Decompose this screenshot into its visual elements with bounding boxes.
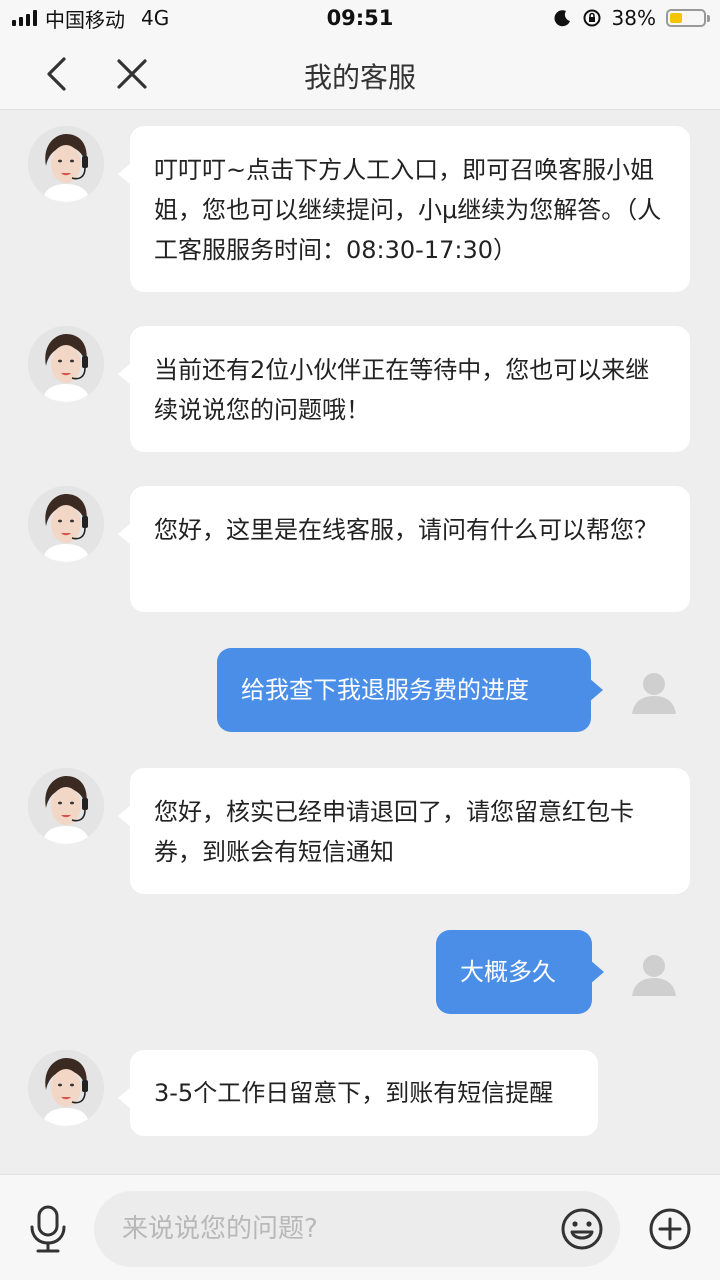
carrier-label: 中国移动 (45, 7, 125, 32)
agent-message: 您好，核实已经申请退回了，请您留意红包卡券，到账会有短信通知 (0, 752, 720, 894)
battery-fill (670, 13, 683, 23)
agent-message: 当前还有2位小伙伴正在等待中，您也可以来继续说说您的问题哦！ (0, 310, 720, 452)
agent-message-bubble: 您好，核实已经申请退回了，请您留意红包卡券，到账会有短信通知 (118, 768, 690, 894)
input-bar (0, 1174, 720, 1280)
page-title: 我的客服 (303, 61, 416, 94)
nav-bar: 我的客服 (0, 36, 720, 110)
user-message-bubble: 给我查下我退服务费的进度 (217, 648, 603, 732)
status-bar: 中国移动 4G 09:51 38% (0, 0, 720, 36)
agent-message: 3-5个工作日留意下，到账有短信提醒 (0, 1034, 720, 1144)
smiley-icon[interactable] (560, 1207, 604, 1251)
agent-message-bubble: 您好，这里是在线客服，请问有什么可以帮您？ (118, 486, 690, 612)
agent-message-bubble: 3-5个工作日留意下，到账有短信提醒 (118, 1050, 598, 1136)
signal-icon (12, 10, 37, 26)
message-list[interactable]: 叮叮叮~点击下方人工入口，即可召唤客服小姐姐，您也可以继续提问，小μ继续为您解答… (0, 110, 720, 1174)
chevron-left-icon (47, 57, 66, 91)
agent-message-bubble: 叮叮叮~点击下方人工入口，即可召唤客服小姐姐，您也可以继续提问，小μ继续为您解答… (118, 126, 690, 292)
status-right: 38% (554, 6, 710, 30)
network-label: 4G (141, 6, 170, 30)
agent-avatar[interactable] (28, 126, 104, 202)
back-button[interactable] (34, 52, 78, 96)
user-avatar-icon[interactable] (630, 668, 678, 716)
agent-avatar[interactable] (28, 486, 104, 562)
chat-screen: 中国移动 4G 09:51 38% 我的客服 叮叮叮~点击下方人工入口，即可召唤… (0, 0, 720, 1280)
agent-avatar[interactable] (28, 326, 104, 402)
message-input[interactable] (94, 1191, 620, 1267)
battery-percent: 38% (611, 6, 656, 30)
close-icon (117, 59, 147, 89)
agent-message: 叮叮叮~点击下方人工入口，即可召唤客服小姐姐，您也可以继续提问，小μ继续为您解答… (0, 110, 720, 300)
user-message-bubble: 大概多久 (436, 930, 604, 1014)
agent-avatar[interactable] (28, 768, 104, 844)
battery-icon (666, 9, 710, 27)
microphone-icon[interactable] (26, 1205, 70, 1253)
agent-avatar[interactable] (28, 1050, 104, 1126)
agent-message: 您好，这里是在线客服，请问有什么可以帮您？ (0, 470, 720, 612)
rotation-lock-icon (583, 9, 601, 27)
user-message: 大概多久 (0, 928, 720, 1018)
close-button[interactable] (110, 52, 154, 96)
status-left: 中国移动 4G (12, 4, 169, 33)
moon-icon (554, 10, 570, 27)
user-message: 给我查下我退服务费的进度 (0, 646, 720, 736)
user-avatar-icon[interactable] (630, 950, 678, 998)
plus-circle-icon[interactable] (648, 1207, 692, 1251)
agent-message-bubble: 当前还有2位小伙伴正在等待中，您也可以来继续说说您的问题哦！ (118, 326, 690, 452)
